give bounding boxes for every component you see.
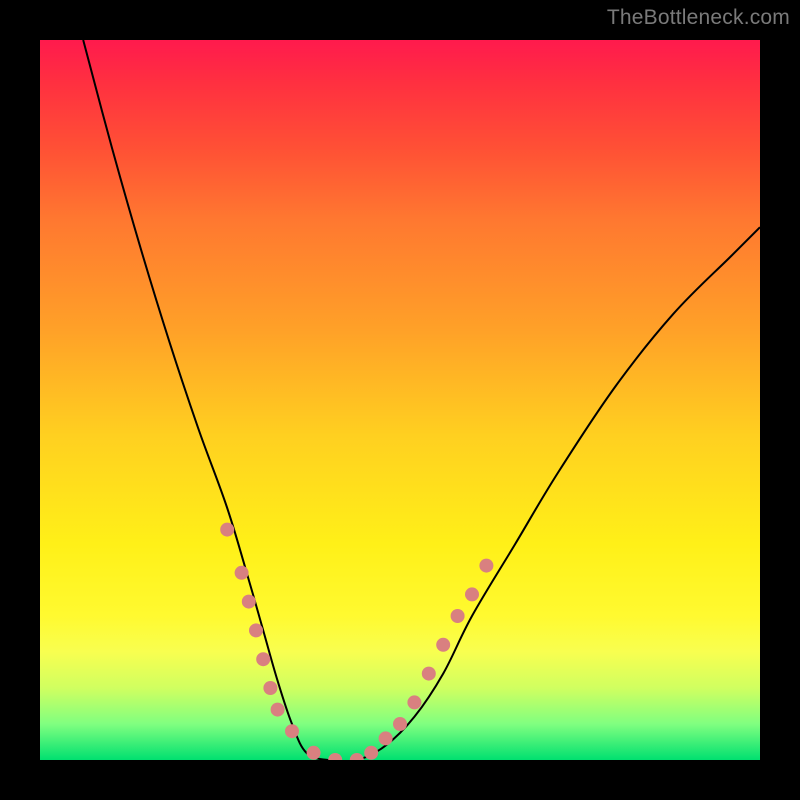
marker-dot	[479, 559, 493, 573]
marker-dot	[220, 523, 234, 537]
marker-dot	[263, 681, 277, 695]
marker-dot	[379, 731, 393, 745]
marker-dot	[436, 638, 450, 652]
chart-container: TheBottleneck.com	[0, 0, 800, 800]
curve-bottleneck-curve	[83, 40, 760, 760]
watermark-text: TheBottleneck.com	[607, 6, 790, 30]
marker-dot	[407, 695, 421, 709]
marker-dot	[451, 609, 465, 623]
marker-dot	[393, 717, 407, 731]
marker-dot	[364, 746, 378, 760]
chart-svg	[40, 40, 760, 760]
marker-dot	[350, 753, 364, 760]
marker-dot	[242, 595, 256, 609]
marker-dot	[307, 746, 321, 760]
marker-dot	[256, 652, 270, 666]
marker-dot	[249, 623, 263, 637]
marker-dot	[235, 566, 249, 580]
marker-dot	[422, 667, 436, 681]
marker-dot	[271, 703, 285, 717]
marker-dot	[285, 724, 299, 738]
plot-area	[40, 40, 760, 760]
marker-dot	[465, 587, 479, 601]
marker-dot	[328, 753, 342, 760]
